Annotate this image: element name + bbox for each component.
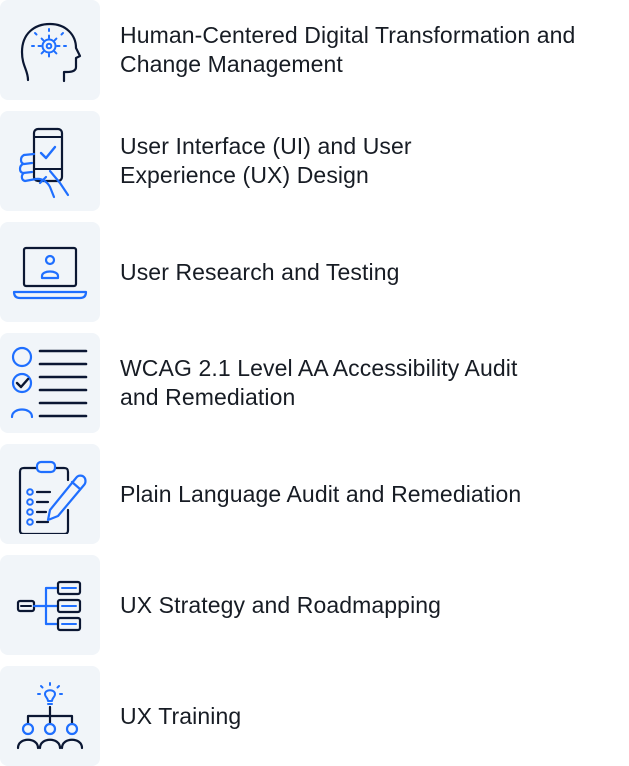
service-label: User Research and Testing	[120, 222, 625, 322]
hand-phone-check-icon	[18, 127, 70, 199]
service-label-line: Experience (UX) Design	[120, 162, 369, 188]
laptop-user-icon	[12, 246, 88, 300]
service-icon-tile	[0, 555, 100, 655]
service-icon-tile	[0, 444, 100, 544]
service-icon-tile	[0, 222, 100, 322]
service-item-plain-language: Plain Language Audit and Remediation	[0, 444, 629, 544]
service-label-line: UX Strategy and Roadmapping	[120, 591, 442, 618]
service-icon-tile	[0, 111, 100, 211]
service-label: Human-Centered Digital Transformation an…	[120, 0, 625, 100]
training-team-icon	[16, 682, 84, 750]
service-icon-tile	[0, 666, 100, 766]
service-label: WCAG 2.1 Level AA Accessibility Audit an…	[120, 333, 625, 433]
service-icon-tile	[0, 333, 100, 433]
clipboard-pencil-icon	[18, 460, 87, 534]
service-label-line: Change Management	[120, 51, 343, 77]
accessibility-checklist-icon	[10, 346, 88, 419]
service-label-line: User Research and Testing	[120, 258, 400, 285]
service-label-line: UX Training	[120, 702, 242, 729]
service-item-ui-ux-design: User Interface (UI) and User Experience …	[0, 111, 629, 211]
service-icon-tile	[0, 0, 100, 100]
flowchart-icon	[16, 580, 82, 632]
service-label-line: Plain Language Audit and Remediation	[120, 480, 522, 507]
service-label: Plain Language Audit and Remediation	[120, 444, 625, 544]
service-label-line: WCAG 2.1 Level AA Accessibility Audit	[120, 355, 518, 381]
human-head-gear-icon	[20, 22, 82, 83]
service-label-line: and Remediation	[120, 384, 296, 410]
service-label: User Interface (UI) and User Experience …	[120, 111, 625, 211]
service-item-wcag-audit: WCAG 2.1 Level AA Accessibility Audit an…	[0, 333, 629, 433]
service-label: UX Training	[120, 666, 625, 766]
service-label-line: User Interface (UI) and User	[120, 133, 412, 159]
service-label: UX Strategy and Roadmapping	[120, 555, 625, 655]
service-item-ux-strategy: UX Strategy and Roadmapping	[0, 555, 629, 655]
service-item-digital-transformation: Human-Centered Digital Transformation an…	[0, 0, 629, 100]
service-item-user-research: User Research and Testing	[0, 222, 629, 322]
service-item-ux-training: UX Training	[0, 666, 629, 766]
service-label-line: Human-Centered Digital Transformation an…	[120, 22, 576, 48]
